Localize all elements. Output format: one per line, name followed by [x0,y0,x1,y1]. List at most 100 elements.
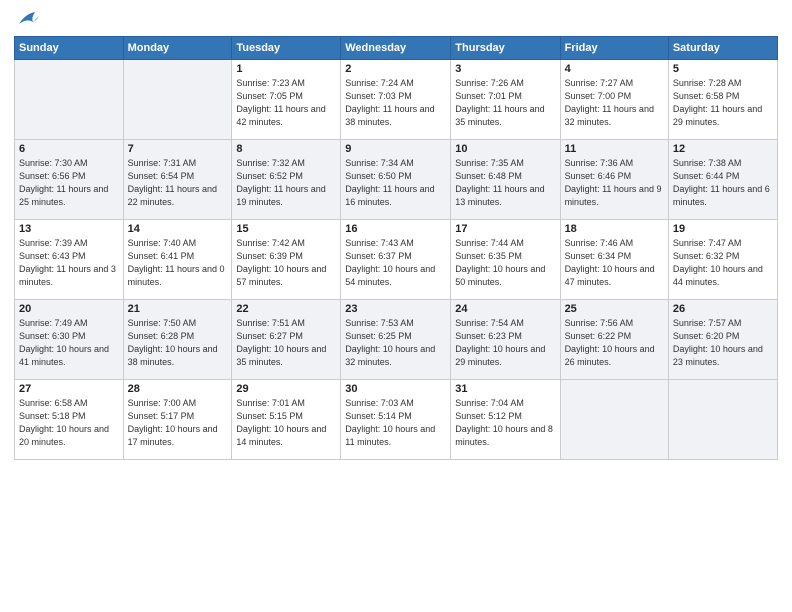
day-number: 11 [565,143,664,155]
day-cell: 19 Sunrise: 7:47 AM Sunset: 6:32 PM Dayli… [668,220,777,300]
week-row-3: 13Sunrise: 7:39 AM Sunset: 6:43 PM Dayli… [15,220,778,300]
day-info: Sunrise: 7:31 AM Sunset: 6:54 PM Dayligh… [128,157,228,209]
day-number: 13 [19,223,119,235]
day-info: Sunrise: 7:50 AM Sunset: 6:28 PM Dayligh… [128,317,228,369]
day-info: Sunrise: 7:28 AM Sunset: 6:58 PM Dayligh… [673,77,773,129]
week-row-5: 27 Sunrise: 6:58 AM Sunset: 5:18 PM Dayli… [15,380,778,460]
day-number: 28 [128,383,228,395]
week-row-1: 1 Sunrise: 7:23 AM Sunset: 7:05 PM Daylig… [15,60,778,140]
day-number: 27 [19,383,119,395]
col-header-monday: Monday [123,37,232,60]
day-number: 12 [673,143,773,155]
day-number: 10 [455,143,555,155]
day-info: Sunrise: 7:32 AM Sunset: 6:52 PM Dayligh… [236,157,336,209]
day-info: Sunrise: 7:51 AM Sunset: 6:27 PM Dayligh… [236,317,336,369]
day-info: Sunrise: 7:38 AM Sunset: 6:44 PM Dayligh… [673,157,773,209]
day-cell: 22 Sunrise: 7:51 AM Sunset: 6:27 PM Dayli… [232,300,341,380]
day-cell: 4Sunrise: 7:27 AM Sunset: 7:00 PM Daylig… [560,60,668,140]
col-header-sunday: Sunday [15,37,124,60]
day-number: 15 [236,223,336,235]
day-cell: 8 Sunrise: 7:32 AM Sunset: 6:52 PM Daylig… [232,140,341,220]
day-cell: 5 Sunrise: 7:28 AM Sunset: 6:58 PM Daylig… [668,60,777,140]
col-header-wednesday: Wednesday [341,37,451,60]
day-info: Sunrise: 7:00 AM Sunset: 5:17 PM Dayligh… [128,397,228,449]
day-cell: 24 Sunrise: 7:54 AM Sunset: 6:23 PM Dayli… [451,300,560,380]
day-cell: 11 Sunrise: 7:36 AM Sunset: 6:46 PM Dayli… [560,140,668,220]
day-cell: 15 Sunrise: 7:42 AM Sunset: 6:39 PM Dayli… [232,220,341,300]
day-info: Sunrise: 6:58 AM Sunset: 5:18 PM Dayligh… [19,397,119,449]
day-cell: 28 Sunrise: 7:00 AM Sunset: 5:17 PM Dayli… [123,380,232,460]
day-info: Sunrise: 7:23 AM Sunset: 7:05 PM Dayligh… [236,77,336,129]
day-number: 20 [19,303,119,315]
day-cell: 21 Sunrise: 7:50 AM Sunset: 6:28 PM Dayli… [123,300,232,380]
day-cell: 23Sunrise: 7:53 AM Sunset: 6:25 PM Dayli… [341,300,451,380]
day-number: 8 [236,143,336,155]
day-cell: 7 Sunrise: 7:31 AM Sunset: 6:54 PM Daylig… [123,140,232,220]
day-cell: 9Sunrise: 7:34 AM Sunset: 6:50 PM Daylig… [341,140,451,220]
day-cell: 31 Sunrise: 7:04 AM Sunset: 5:12 PM Dayli… [451,380,560,460]
day-number: 30 [345,383,446,395]
day-number: 24 [455,303,555,315]
day-number: 4 [565,63,664,75]
day-number: 25 [565,303,664,315]
day-number: 6 [19,143,119,155]
calendar-header-row: SundayMondayTuesdayWednesdayThursdayFrid… [15,37,778,60]
day-number: 9 [345,143,446,155]
day-cell: 12 Sunrise: 7:38 AM Sunset: 6:44 PM Dayli… [668,140,777,220]
week-row-2: 6 Sunrise: 7:30 AM Sunset: 6:56 PM Daylig… [15,140,778,220]
day-number: 19 [673,223,773,235]
day-info: Sunrise: 7:53 AM Sunset: 6:25 PM Dayligh… [345,317,446,369]
day-cell: 27 Sunrise: 6:58 AM Sunset: 5:18 PM Dayli… [15,380,124,460]
day-info: Sunrise: 7:42 AM Sunset: 6:39 PM Dayligh… [236,237,336,289]
day-info: Sunrise: 7:47 AM Sunset: 6:32 PM Dayligh… [673,237,773,289]
day-cell: 6 Sunrise: 7:30 AM Sunset: 6:56 PM Daylig… [15,140,124,220]
col-header-thursday: Thursday [451,37,560,60]
page: SundayMondayTuesdayWednesdayThursdayFrid… [0,0,792,612]
day-cell [15,60,124,140]
day-info: Sunrise: 7:36 AM Sunset: 6:46 PM Dayligh… [565,157,664,209]
day-number: 17 [455,223,555,235]
day-number: 29 [236,383,336,395]
day-cell: 20Sunrise: 7:49 AM Sunset: 6:30 PM Dayli… [15,300,124,380]
day-info: Sunrise: 7:24 AM Sunset: 7:03 PM Dayligh… [345,77,446,129]
col-header-saturday: Saturday [668,37,777,60]
day-info: Sunrise: 7:30 AM Sunset: 6:56 PM Dayligh… [19,157,119,209]
day-cell: 26 Sunrise: 7:57 AM Sunset: 6:20 PM Dayli… [668,300,777,380]
day-info: Sunrise: 7:56 AM Sunset: 6:22 PM Dayligh… [565,317,664,369]
day-number: 2 [345,63,446,75]
day-info: Sunrise: 7:03 AM Sunset: 5:14 PM Dayligh… [345,397,446,449]
week-row-4: 20Sunrise: 7:49 AM Sunset: 6:30 PM Dayli… [15,300,778,380]
day-cell: 3 Sunrise: 7:26 AM Sunset: 7:01 PM Daylig… [451,60,560,140]
day-info: Sunrise: 7:04 AM Sunset: 5:12 PM Dayligh… [455,397,555,449]
day-number: 3 [455,63,555,75]
day-number: 7 [128,143,228,155]
day-cell: 13Sunrise: 7:39 AM Sunset: 6:43 PM Dayli… [15,220,124,300]
header [14,10,778,28]
calendar-table: SundayMondayTuesdayWednesdayThursdayFrid… [14,36,778,460]
day-number: 22 [236,303,336,315]
logo-bird-icon [17,10,39,28]
day-number: 1 [236,63,336,75]
col-header-tuesday: Tuesday [232,37,341,60]
day-info: Sunrise: 7:35 AM Sunset: 6:48 PM Dayligh… [455,157,555,209]
day-info: Sunrise: 7:01 AM Sunset: 5:15 PM Dayligh… [236,397,336,449]
day-info: Sunrise: 7:43 AM Sunset: 6:37 PM Dayligh… [345,237,446,289]
day-number: 31 [455,383,555,395]
logo [14,10,39,28]
day-info: Sunrise: 7:26 AM Sunset: 7:01 PM Dayligh… [455,77,555,129]
day-number: 16 [345,223,446,235]
day-cell: 1 Sunrise: 7:23 AM Sunset: 7:05 PM Daylig… [232,60,341,140]
day-number: 5 [673,63,773,75]
day-cell: 2 Sunrise: 7:24 AM Sunset: 7:03 PM Daylig… [341,60,451,140]
day-number: 18 [565,223,664,235]
day-cell: 17Sunrise: 7:44 AM Sunset: 6:35 PM Dayli… [451,220,560,300]
day-info: Sunrise: 7:46 AM Sunset: 6:34 PM Dayligh… [565,237,664,289]
day-number: 21 [128,303,228,315]
day-info: Sunrise: 7:57 AM Sunset: 6:20 PM Dayligh… [673,317,773,369]
day-number: 26 [673,303,773,315]
col-header-friday: Friday [560,37,668,60]
day-info: Sunrise: 7:54 AM Sunset: 6:23 PM Dayligh… [455,317,555,369]
day-cell [123,60,232,140]
day-cell: 18 Sunrise: 7:46 AM Sunset: 6:34 PM Dayli… [560,220,668,300]
day-cell [668,380,777,460]
